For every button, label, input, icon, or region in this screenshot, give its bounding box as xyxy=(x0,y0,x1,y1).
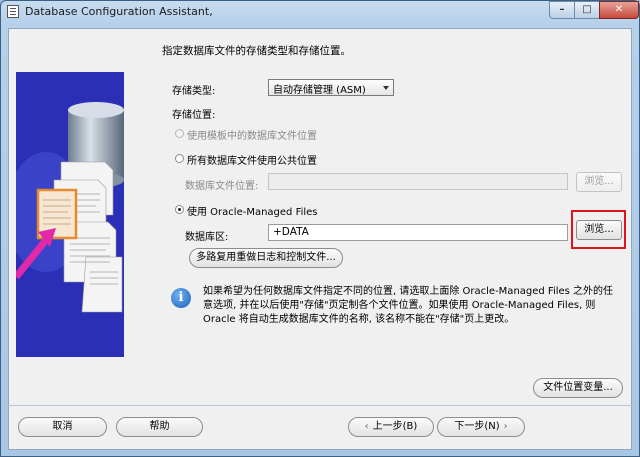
cancel-button[interactable]: 取消 xyxy=(18,417,107,437)
maximize-button[interactable]: □ xyxy=(574,1,600,19)
radio-template-label: 使用模板中的数据库文件位置 xyxy=(187,131,317,142)
db-area-label: 数据库区: xyxy=(185,232,229,243)
help-button[interactable]: 帮助 xyxy=(116,417,203,437)
radio-common-location[interactable] xyxy=(175,154,184,163)
radio-omf-label: 使用 Oracle-Managed Files xyxy=(187,207,318,218)
app-icon xyxy=(7,5,19,18)
close-button[interactable]: ✕ xyxy=(599,1,639,19)
browse-file-location-button[interactable]: 浏览... xyxy=(576,172,622,192)
file-location-variables-button[interactable]: 文件位置变量... xyxy=(533,378,623,398)
file-location-field[interactable] xyxy=(268,173,568,190)
minimize-button[interactable]: – xyxy=(549,1,575,19)
back-button[interactable]: ‹ 上一步(B) xyxy=(348,417,434,437)
footer-separator xyxy=(8,405,632,406)
title-bar: Database Configuration Assistant, – □ ✕ xyxy=(1,1,639,23)
browse-db-area-button[interactable]: 浏览... xyxy=(576,220,622,240)
window-title: Database Configuration Assistant, xyxy=(25,5,213,18)
back-button-label: 上一步(B) xyxy=(372,421,418,432)
info-icon: i xyxy=(171,288,191,308)
illustration xyxy=(6,72,124,357)
database-files-illustration xyxy=(6,72,124,357)
storage-type-select[interactable]: 自动存储管理 (ASM) xyxy=(268,79,394,96)
next-button-label: 下一步(N) xyxy=(454,421,500,432)
next-button[interactable]: 下一步(N) › xyxy=(437,417,525,437)
instruction-text: 指定数据库文件的存储类型和存储位置。 xyxy=(162,45,351,57)
storage-location-label: 存储位置: xyxy=(172,110,216,121)
info-text: 如果希望为任何数据库文件指定不同的位置, 请选取上面除 Oracle-Manag… xyxy=(203,286,614,325)
radio-oracle-managed-files[interactable] xyxy=(175,205,184,214)
radio-template-location[interactable] xyxy=(175,129,184,138)
chevron-left-icon: ‹ xyxy=(364,421,369,432)
chevron-down-icon xyxy=(383,86,389,90)
chevron-right-icon: › xyxy=(503,421,508,432)
radio-common-label: 所有数据库文件使用公共位置 xyxy=(187,156,317,167)
db-area-field[interactable]: +DATA xyxy=(268,224,568,241)
multiplex-redo-logs-button[interactable]: 多路复用重做日志和控制文件... xyxy=(189,248,343,268)
storage-type-label: 存储类型: xyxy=(172,86,216,97)
file-location-label: 数据库文件位置: xyxy=(185,181,259,192)
storage-type-value: 自动存储管理 (ASM) xyxy=(273,85,366,96)
